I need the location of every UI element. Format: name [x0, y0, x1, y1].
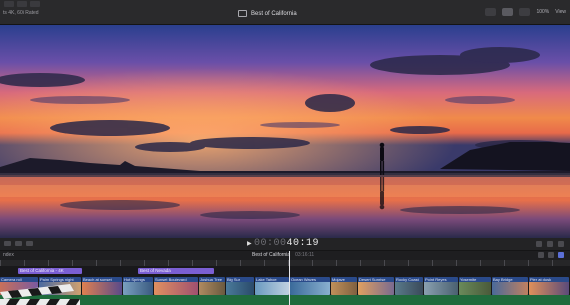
video-clip[interactable]: Beach at sunset [82, 277, 122, 295]
select-tool-icon[interactable] [4, 241, 11, 246]
playhead[interactable] [289, 251, 290, 305]
enhance-tool-icon[interactable] [26, 241, 33, 246]
video-clip[interactable]: Hot Springs [123, 277, 153, 295]
video-clip[interactable]: Bay Bridge [492, 277, 528, 295]
clip-appearance-icon[interactable] [538, 252, 544, 258]
video-clip[interactable]: Rocky Coast [395, 277, 423, 295]
audio-icon[interactable] [558, 241, 564, 247]
video-clip[interactable]: Sunset Boulevard [154, 277, 198, 295]
play-icon[interactable]: ▶ [247, 240, 252, 247]
project-name: Best of California [252, 252, 291, 258]
viewer-title: Best of California [238, 10, 297, 17]
format-info: ts 4K, 60i Rated [3, 10, 39, 16]
video-clip[interactable]: Ocean Waves [290, 277, 330, 295]
timecode-value: 40:19 [286, 238, 320, 249]
timecode-dim: 00:00 [254, 238, 287, 249]
transform-tool-icon[interactable] [15, 241, 22, 246]
title-clip[interactable]: Best of Nevada [138, 268, 214, 274]
view-menu[interactable]: View [555, 9, 566, 15]
photos-icon[interactable] [17, 1, 27, 7]
video-clip[interactable]: Big Sur [226, 277, 254, 295]
video-clip[interactable]: Joshua Tree [199, 277, 225, 295]
project-info: Best of California 03:16:11 [252, 252, 314, 258]
titles-icon[interactable] [30, 1, 40, 7]
clapperboard-icon [0, 284, 80, 305]
title-clip[interactable]: Best of California - 4K [18, 268, 82, 274]
video-clip[interactable]: Lake Tahoe [255, 277, 289, 295]
video-viewer[interactable] [0, 25, 570, 238]
toolbar-icons [4, 1, 40, 7]
viewer-options: 100% View [485, 8, 566, 16]
layout-button-2[interactable] [502, 8, 514, 16]
film-icon [238, 10, 247, 17]
effects-browser-icon[interactable] [558, 252, 564, 258]
video-clip[interactable]: Pier at dusk [529, 277, 569, 295]
top-toolbar: ts 4K, 60i Rated Best of California 100%… [0, 0, 570, 25]
layout-button-1[interactable] [485, 8, 497, 16]
sunset-frame [0, 25, 570, 238]
skimming-icon[interactable] [547, 241, 553, 247]
timeline-view-options [538, 252, 564, 258]
snapping-icon[interactable] [536, 241, 542, 247]
video-clip[interactable]: Desert Sunrise [358, 277, 394, 295]
index-label[interactable]: ndex [3, 252, 14, 258]
video-clip[interactable]: Yosemite [459, 277, 491, 295]
layout-button-3[interactable] [519, 8, 531, 16]
timeline-actions [536, 241, 564, 247]
edit-tools [4, 241, 33, 246]
timecode-display[interactable]: 00:0040:19 [254, 238, 319, 249]
library-icon[interactable] [4, 1, 14, 7]
video-clip[interactable]: Mojave [331, 277, 357, 295]
zoom-menu[interactable]: 100% [536, 9, 549, 15]
timeline-toolbar: ▶ 00:0040:19 [0, 238, 570, 251]
audio-waveform-track[interactable] [0, 295, 570, 305]
timeline-header: ndex Best of California 03:16:11 [0, 251, 570, 260]
video-clip[interactable]: Point Reyes [424, 277, 458, 295]
primary-storyline: Camera roll Palm Springs night Beach at … [0, 277, 570, 295]
zoom-icon[interactable] [548, 252, 554, 258]
project-duration: 03:16:11 [295, 252, 315, 258]
project-title: Best of California [251, 10, 297, 17]
